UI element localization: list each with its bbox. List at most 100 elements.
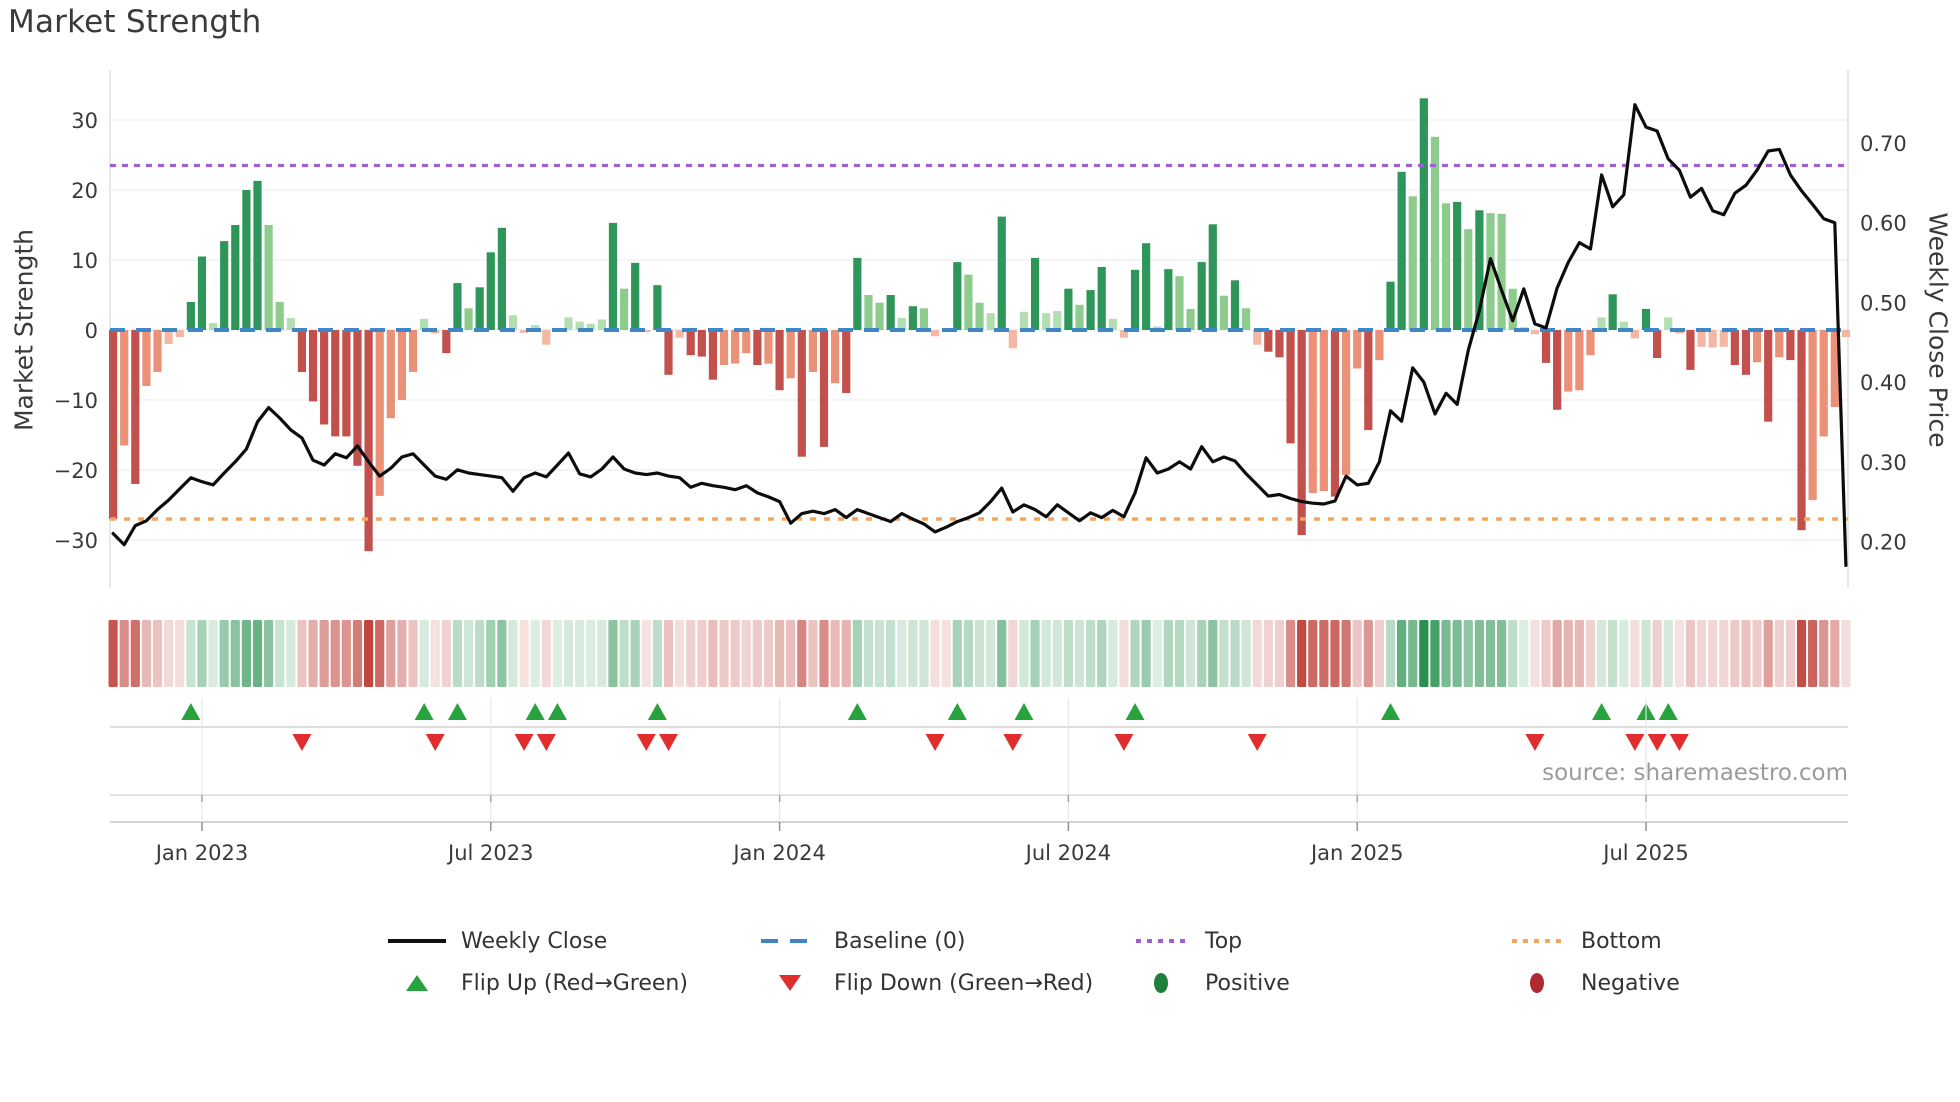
legend-label-positive: Positive <box>1205 970 1290 996</box>
x-axis-tick-label: Jul 2023 <box>446 841 533 865</box>
strength-bar <box>786 330 795 379</box>
heatmap-cell <box>1430 620 1440 687</box>
heatmap-cell <box>1119 620 1129 687</box>
strength-bar <box>1819 330 1828 437</box>
heatmap-cell <box>175 620 185 687</box>
strength-bar <box>1297 330 1306 536</box>
heatmap-cell <box>1819 620 1829 687</box>
baseline-swatch-shape <box>761 939 819 943</box>
heatmap-cell <box>219 620 229 687</box>
y-axis-tick-right: 0.70 <box>1860 132 1907 156</box>
heatmap-cell <box>330 620 340 687</box>
legend-label-baseline: Baseline (0) <box>834 928 966 954</box>
flip-up-marker <box>1381 703 1401 720</box>
strength-bar <box>619 288 629 330</box>
heatmap-cell <box>1630 620 1640 687</box>
strength-bar <box>1553 330 1562 410</box>
strength-bar <box>1686 330 1695 370</box>
bottom-swatch-shape <box>1512 939 1562 943</box>
heatmap-cell <box>1741 620 1751 687</box>
heatmap-cell <box>974 620 985 687</box>
strength-bar <box>1330 330 1340 497</box>
heatmap-cell <box>541 620 551 687</box>
strength-bar <box>1219 295 1228 330</box>
heatmap-cell <box>808 620 818 687</box>
strength-bar <box>497 227 506 330</box>
heatmap-cell <box>230 620 240 687</box>
heatmap-cell <box>1408 620 1418 687</box>
heatmap-cell <box>1830 620 1840 687</box>
flip-down-marker <box>292 734 312 751</box>
heatmap-cell <box>1485 620 1496 687</box>
strength-bar <box>1641 309 1651 330</box>
heatmap-cell <box>1097 620 1107 687</box>
heatmap-cell <box>619 620 629 687</box>
legend-label-weekly-close: Weekly Close <box>461 928 608 954</box>
weekly-close-swatch-shape <box>388 939 446 943</box>
strength-bar <box>908 306 917 330</box>
strength-bar <box>1453 201 1462 330</box>
heatmap-cell <box>1674 620 1684 687</box>
heatmap-cell <box>1785 620 1796 687</box>
legend-item-positive: Positive <box>1129 969 1290 997</box>
heatmap-cell <box>797 620 807 687</box>
strength-bar <box>753 330 762 365</box>
heatmap-cell <box>897 620 907 687</box>
strength-bar <box>1653 330 1662 358</box>
legend-item-negative: Negative <box>1505 969 1680 997</box>
legend-label-flip-down: Flip Down (Green→Red) <box>834 970 1094 996</box>
heatmap-cell <box>1319 620 1329 687</box>
flip-up-marker <box>847 703 867 720</box>
flip-down-marker <box>1625 734 1645 751</box>
heatmap-cell <box>1263 620 1273 687</box>
heatmap-cell <box>197 620 207 687</box>
legend-item-weekly-close: Weekly Close <box>385 927 607 955</box>
y-axis-tick-left: −30 <box>54 529 98 553</box>
strength-bar <box>308 330 318 402</box>
flip-up-swatch-icon <box>385 972 449 994</box>
heatmap-cell <box>1463 620 1473 687</box>
heatmap-cell <box>686 620 696 687</box>
strength-bar <box>1464 229 1473 330</box>
heatmap-cell <box>641 620 651 687</box>
heatmap-cell <box>463 620 474 687</box>
strength-bar <box>1142 243 1151 330</box>
strength-bar <box>131 330 140 484</box>
strength-bar <box>1541 330 1551 363</box>
y-axis-tick-left: 10 <box>71 249 98 273</box>
chart-canvas: 30 20 10 0 −10 −20 −30 0.70 0.60 0.50 0.40 0.30 0.20… <box>54 70 1907 865</box>
heatmap-cell <box>863 620 874 687</box>
strength-bar <box>1275 330 1284 358</box>
strength-bar <box>342 330 351 437</box>
heatmap-cell <box>1563 620 1573 687</box>
strength-bar <box>997 216 1006 330</box>
heatmap-cell <box>1063 620 1073 687</box>
strength-bar <box>1841 330 1851 337</box>
heatmap-cell <box>130 620 140 687</box>
heatmap-cell <box>963 620 974 687</box>
heatmap-cell <box>708 620 718 687</box>
flip-up-marker <box>1658 703 1678 720</box>
left-axis-label: Market Strength <box>9 228 39 432</box>
x-axis-tick-label: Jan 2024 <box>731 841 826 865</box>
strength-bar <box>719 330 729 365</box>
strength-bar <box>1175 276 1184 330</box>
heatmap-cell <box>786 620 796 687</box>
heatmap-cell <box>1374 620 1385 687</box>
heatmap-cell <box>1308 620 1318 687</box>
heatmap-cell <box>852 620 862 687</box>
strength-bar <box>664 330 673 375</box>
strength-bar <box>1719 330 1728 347</box>
heatmap-cell <box>1208 620 1218 687</box>
strength-bar <box>253 180 262 330</box>
heatmap-cell <box>1508 620 1518 687</box>
strength-bar <box>1242 308 1251 330</box>
heatmap-cell <box>1274 620 1285 687</box>
strength-bar <box>1086 290 1095 330</box>
strength-bar <box>242 190 251 330</box>
heatmap-cell <box>397 620 407 687</box>
flip-down-marker <box>636 734 656 751</box>
strength-bar <box>1730 330 1739 365</box>
strength-bar <box>653 285 662 330</box>
y-axis-tick-right: 0.50 <box>1860 291 1907 315</box>
